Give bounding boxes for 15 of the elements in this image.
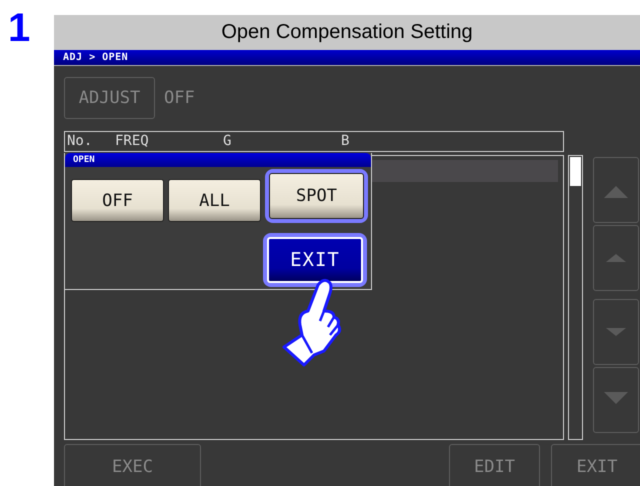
step-number: 1 <box>8 8 30 48</box>
option-button[interactable]: SPOT <box>269 173 364 219</box>
column-header: No. <box>67 133 92 149</box>
scroll-thumb[interactable] <box>570 157 581 186</box>
column-header: G <box>223 133 232 149</box>
option-button[interactable]: ALL <box>168 179 261 222</box>
option-button[interactable]: OFF <box>71 179 164 222</box>
exit-button[interactable]: EXIT <box>267 237 363 283</box>
column-header: B <box>341 133 350 149</box>
dialog-title: OPEN <box>73 155 95 165</box>
adjust-value: OFF <box>164 88 195 108</box>
column-header: FREQ <box>115 133 149 149</box>
breadcrumb: ADJ > OPEN <box>63 52 128 63</box>
screen-title: Open Compensation Setting <box>221 21 473 44</box>
scrollbar[interactable] <box>568 155 583 440</box>
